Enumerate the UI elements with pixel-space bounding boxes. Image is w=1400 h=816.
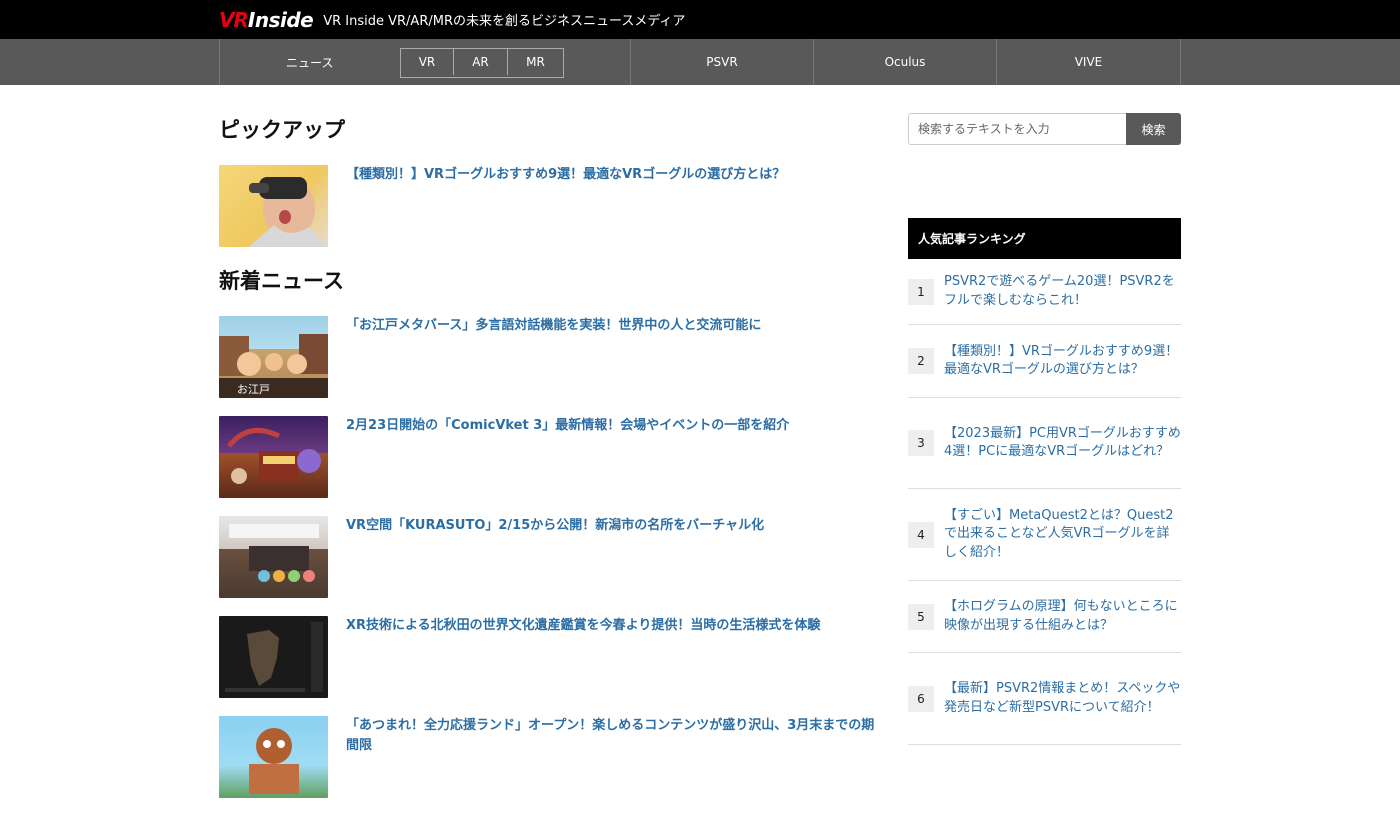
- search-form: 検索: [908, 113, 1181, 145]
- pickup-article[interactable]: 【種類別！】VRゴーグルおすすめ9選！最適なVRゴーグルの選び方とは？: [219, 165, 879, 247]
- article-thumbnail[interactable]: [219, 616, 328, 698]
- news-article[interactable]: 2月23日開始の「ComicVket 3」最新情報！会場やイベントの一部を紹介: [219, 416, 879, 498]
- main-content: ピックアップ 【種類別！】VRゴーグルおすすめ9選！最適なVRゴーグルの選び方と…: [219, 85, 879, 816]
- logo-inside-text: Inside: [247, 7, 314, 32]
- nav-news: ニュース VR AR MR: [220, 39, 631, 85]
- article-title[interactable]: 「お江戸メタバース」多言語対話機能を実装！世界中の人と交流可能に: [346, 316, 876, 398]
- ranking-item-title[interactable]: 【ホログラムの原理】何もないところに映像が出現する仕組みとは？: [944, 598, 1181, 635]
- rank-number: 5: [908, 603, 934, 630]
- ranking-item-title[interactable]: 【2023最新】PC用VRゴーグルおすすめ4選！PCに最適なVRゴーグルはどれ？: [944, 425, 1181, 462]
- article-title[interactable]: VR空間「KURASUTO」2/15から公開！新潟市の名所をバーチャル化: [346, 516, 876, 598]
- search-input[interactable]: [908, 113, 1126, 145]
- ranking-item-title[interactable]: 【すごい】MetaQuest2とは？Quest2で出来ることなど人気VRゴーグル…: [944, 507, 1181, 563]
- subnav-mr[interactable]: MR: [508, 49, 563, 75]
- top-bar: VR Inside VR Inside VR/AR/MRの未来を創るビジネスニュ…: [0, 0, 1400, 39]
- ranking-item[interactable]: 1 PSVR2で遊べるゲーム20選！PSVR2をフルで楽しむならこれ！: [908, 259, 1181, 325]
- rank-number: 6: [908, 685, 934, 712]
- news-article[interactable]: 「あつまれ！全力応援ランド」オープン！楽しめるコンテンツが盛り沢山、3月末までの…: [219, 716, 879, 798]
- nav-oculus[interactable]: Oculus: [814, 39, 997, 85]
- news-heading: 新着ニュース: [219, 269, 344, 293]
- article-title[interactable]: 2月23日開始の「ComicVket 3」最新情報！会場やイベントの一部を紹介: [346, 416, 876, 498]
- article-thumbnail[interactable]: [219, 165, 328, 247]
- news-article[interactable]: お江戸 「お江戸メタバース」多言語対話機能を実装！世界中の人と交流可能に: [219, 316, 879, 398]
- rank-number: 2: [908, 348, 934, 374]
- ranking-item-title[interactable]: 【種類別！】VRゴーグルおすすめ9選！最適なVRゴーグルの選び方とは？: [944, 343, 1181, 380]
- subnav-vr[interactable]: VR: [401, 49, 454, 75]
- sidebar: 検索 人気記事ランキング 1 PSVR2で遊べるゲーム20選！PSVR2をフルで…: [908, 113, 1181, 745]
- ranking-item-title[interactable]: PSVR2で遊べるゲーム20選！PSVR2をフルで楽しむならこれ！: [944, 273, 1181, 310]
- pickup-heading: ピックアップ: [219, 118, 345, 142]
- article-thumbnail[interactable]: [219, 516, 328, 598]
- nav-psvr[interactable]: PSVR: [631, 39, 814, 85]
- main-nav: ニュース VR AR MR PSVR Oculus VIVE: [219, 39, 1182, 85]
- ranking-item[interactable]: 5 【ホログラムの原理】何もないところに映像が出現する仕組みとは？: [908, 581, 1181, 653]
- ranking-item[interactable]: 4 【すごい】MetaQuest2とは？Quest2で出来ることなど人気VRゴー…: [908, 489, 1181, 581]
- site-logo[interactable]: VR Inside: [219, 7, 314, 32]
- article-title[interactable]: 【種類別！】VRゴーグルおすすめ9選！最適なVRゴーグルの選び方とは？: [346, 165, 876, 247]
- ranking-item[interactable]: 3 【2023最新】PC用VRゴーグルおすすめ4選！PCに最適なVRゴーグルはど…: [908, 398, 1181, 489]
- news-list: お江戸 「お江戸メタバース」多言語対話機能を実装！世界中の人と交流可能に 2月2…: [219, 316, 879, 798]
- ranking-item[interactable]: 6 【最新】PSVR2情報まとめ！スペックや発売日など新型PSVRについて紹介！: [908, 653, 1181, 745]
- rank-number: 1: [908, 278, 934, 305]
- svg-text:お江戸: お江戸: [237, 383, 270, 396]
- article-thumbnail[interactable]: [219, 716, 328, 798]
- logo-vr-text: VR: [219, 7, 249, 32]
- nav-vive[interactable]: VIVE: [997, 39, 1181, 85]
- news-article[interactable]: XR技術による北秋田の世界文化遺産鑑賞を今春より提供！当時の生活様式を体験: [219, 616, 879, 698]
- rank-number: 3: [908, 430, 934, 456]
- site-tagline: VR Inside VR/AR/MRの未来を創るビジネスニュースメディア: [323, 14, 686, 29]
- ranking-item-title[interactable]: 【最新】PSVR2情報まとめ！スペックや発売日など新型PSVRについて紹介！: [944, 680, 1181, 717]
- article-title[interactable]: XR技術による北秋田の世界文化遺産鑑賞を今春より提供！当時の生活様式を体験: [346, 616, 876, 698]
- ranking-list: 1 PSVR2で遊べるゲーム20選！PSVR2をフルで楽しむならこれ！ 2 【種…: [908, 259, 1181, 745]
- news-article[interactable]: VR空間「KURASUTO」2/15から公開！新潟市の名所をバーチャル化: [219, 516, 879, 598]
- ranking-item[interactable]: 2 【種類別！】VRゴーグルおすすめ9選！最適なVRゴーグルの選び方とは？: [908, 325, 1181, 398]
- ranking-heading: 人気記事ランキング: [908, 218, 1181, 259]
- nav-bar: ニュース VR AR MR PSVR Oculus VIVE: [0, 39, 1400, 85]
- search-button[interactable]: 検索: [1126, 113, 1181, 145]
- article-thumbnail[interactable]: お江戸: [219, 316, 328, 398]
- news-subnav: VR AR MR: [400, 48, 564, 78]
- rank-number: 4: [908, 521, 934, 548]
- article-thumbnail[interactable]: [219, 416, 328, 498]
- subnav-ar[interactable]: AR: [454, 49, 508, 75]
- nav-news-link[interactable]: ニュース: [286, 54, 333, 71]
- article-title[interactable]: 「あつまれ！全力応援ランド」オープン！楽しめるコンテンツが盛り沢山、3月末までの…: [346, 716, 876, 798]
